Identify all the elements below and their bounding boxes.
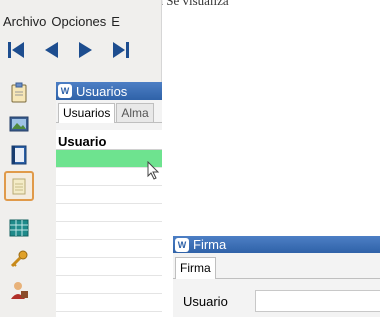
- image-tool-button[interactable]: [4, 109, 34, 139]
- tab-firma[interactable]: Firma: [175, 257, 216, 279]
- clipboard-tool-button[interactable]: [4, 78, 34, 108]
- first-record-button[interactable]: [4, 39, 28, 61]
- usuarios-window-title: Usuarios: [76, 83, 128, 99]
- last-record-icon: [113, 42, 129, 58]
- image-icon: [9, 116, 29, 132]
- menu-archivo[interactable]: Archivo: [0, 14, 48, 29]
- usuarios-grid: Usuario: [56, 130, 162, 317]
- first-record-icon: [8, 42, 24, 58]
- table-row[interactable]: [56, 276, 162, 294]
- usuario-field-label: Usuario: [183, 293, 228, 309]
- next-record-icon: [79, 42, 92, 58]
- notepad-icon: [12, 178, 26, 195]
- table-row[interactable]: [56, 312, 162, 317]
- previous-record-button[interactable]: [39, 39, 63, 61]
- usuario-field-row: Usuario: [183, 290, 380, 312]
- menu-opciones[interactable]: Opciones: [48, 14, 108, 29]
- usuario-input[interactable]: [255, 290, 380, 312]
- table-row[interactable]: [56, 258, 162, 276]
- firma-window: W Firma Firma Usuario: [173, 236, 380, 317]
- table-row[interactable]: [56, 204, 162, 222]
- menubar: Archivo Opciones E: [0, 12, 162, 30]
- key-icon: [10, 250, 28, 268]
- table-row[interactable]: [56, 294, 162, 312]
- clipboard-icon: [11, 82, 27, 103]
- book-tool-button[interactable]: [4, 140, 34, 170]
- window-app-icon: W: [175, 237, 189, 252]
- firma-title-bar[interactable]: W Firma: [173, 236, 380, 253]
- usuarios-tabs: Usuarios Alma: [56, 103, 162, 123]
- book-icon: [11, 145, 27, 165]
- mouse-cursor-icon: [147, 160, 161, 184]
- usuarios-window: W Usuarios Usuarios Alma Usuario: [56, 82, 162, 317]
- table-tool-button[interactable]: [4, 213, 34, 243]
- table-row[interactable]: [56, 222, 162, 240]
- menu-clipped[interactable]: E: [108, 14, 122, 29]
- key-tool-button[interactable]: [4, 244, 34, 274]
- next-record-button[interactable]: [74, 39, 98, 61]
- notepad-tool-button[interactable]: [4, 171, 34, 201]
- previous-record-icon: [45, 42, 58, 58]
- firma-tabs: Firma: [173, 257, 380, 279]
- table-row[interactable]: [56, 186, 162, 204]
- record-navigation-bar: [4, 38, 133, 62]
- table-row[interactable]: [56, 240, 162, 258]
- user-tool-button[interactable]: [4, 275, 34, 305]
- firma-window-title: Firma: [193, 237, 227, 252]
- tab-alma[interactable]: Alma: [116, 103, 154, 122]
- user-icon: [11, 282, 28, 299]
- column-header-usuario[interactable]: Usuario: [56, 130, 162, 150]
- table-icon: [9, 219, 29, 237]
- window-app-icon: W: [58, 84, 72, 98]
- last-record-button[interactable]: [109, 39, 133, 61]
- tab-usuarios[interactable]: Usuarios: [58, 103, 116, 123]
- usuarios-title-bar[interactable]: W Usuarios: [56, 82, 162, 100]
